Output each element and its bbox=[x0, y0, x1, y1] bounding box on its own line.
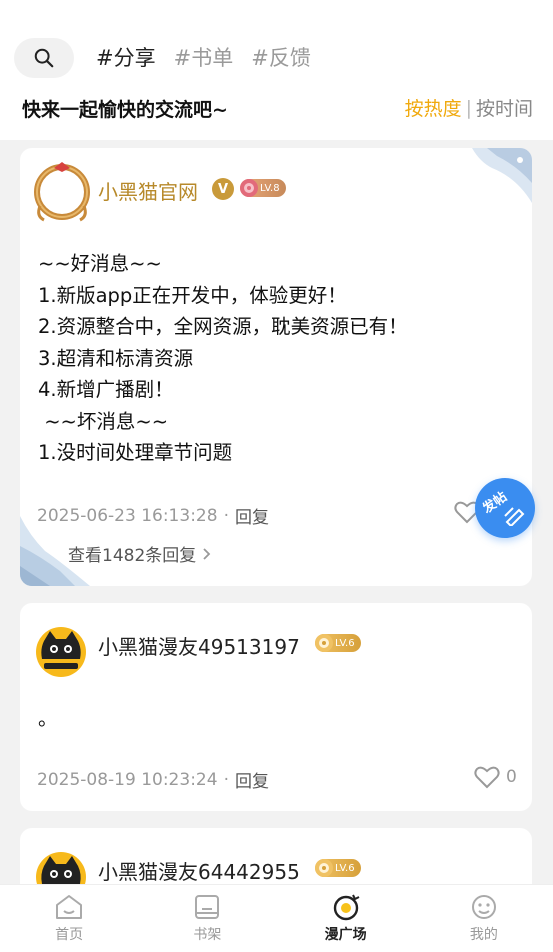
post-timestamp: 2025-06-23 16:13:28 bbox=[37, 505, 218, 526]
topic-tags: #分享 #书单 #反馈 bbox=[96, 42, 311, 72]
post-card[interactable]: 小黑猫漫友49513197 LV.6 。 2025-08-19 10:23:24… bbox=[20, 603, 532, 811]
post-meta: 2025-06-23 16:13:28 · 回复 bbox=[37, 503, 269, 529]
page-subtitle: 快来一起愉快的交流吧~ bbox=[22, 99, 228, 121]
avatar-frame[interactable] bbox=[30, 160, 94, 224]
like-button[interactable]: 0 bbox=[474, 765, 517, 789]
tab-home[interactable]: 首页 bbox=[0, 885, 138, 952]
heart-icon bbox=[474, 766, 500, 789]
tab-plaza[interactable]: 漫广场 bbox=[277, 885, 415, 952]
sort-by-hot[interactable]: 按热度 bbox=[405, 94, 462, 121]
tab-plaza-label: 漫广场 bbox=[324, 927, 367, 943]
post-username[interactable]: 小黑猫漫友64442955 bbox=[98, 856, 300, 885]
top-bar: #分享 #书单 #反馈 快来一起愉快的交流吧~ 按热度 | 按时间 bbox=[0, 0, 553, 140]
pen-icon bbox=[504, 507, 525, 526]
tag-share[interactable]: #分享 bbox=[96, 42, 156, 72]
like-count: 0 bbox=[506, 767, 517, 787]
post-username[interactable]: 小黑猫官网 bbox=[98, 176, 198, 205]
plaza-icon bbox=[333, 894, 360, 921]
search-button[interactable] bbox=[14, 38, 74, 78]
level-text: LV.6 bbox=[335, 637, 355, 649]
level-badge: LV.6 bbox=[315, 859, 361, 877]
level-badge: LV.6 bbox=[315, 634, 361, 652]
view-replies-link[interactable]: 查看1482条回复 bbox=[68, 541, 212, 566]
level-flower-icon bbox=[240, 179, 258, 197]
tag-booklist[interactable]: #书单 bbox=[174, 42, 234, 72]
reply-button[interactable]: 回复 bbox=[235, 503, 269, 528]
reply-button[interactable]: 回复 bbox=[235, 767, 269, 792]
new-post-button[interactable]: 发帖 bbox=[475, 478, 535, 538]
post-timestamp: 2025-08-19 10:23:24 bbox=[37, 769, 218, 790]
level-coin-icon bbox=[315, 634, 333, 652]
sort-by-time[interactable]: 按时间 bbox=[476, 94, 533, 121]
meta-dot: · bbox=[223, 769, 229, 790]
meta-dot: · bbox=[223, 505, 229, 526]
sort-toggle: 按热度 | 按时间 bbox=[405, 94, 533, 121]
post-card[interactable]: 小黑猫官网 V LV.8 ~~好消息~~ 1.新版app正在开发中，体验更好！ … bbox=[20, 148, 532, 586]
chevron-right-icon bbox=[203, 547, 211, 560]
bottom-tab-bar: 首页 书架 漫广场 我的 bbox=[0, 884, 553, 952]
profile-icon bbox=[471, 895, 496, 919]
tag-feedback[interactable]: #反馈 bbox=[251, 42, 311, 72]
tab-home-label: 首页 bbox=[55, 927, 84, 943]
post-content: ~~好消息~~ 1.新版app正在开发中，体验更好！ 2.资源整合中，全网资源，… bbox=[38, 252, 408, 464]
home-icon bbox=[56, 895, 83, 919]
tab-profile-label: 我的 bbox=[469, 927, 498, 943]
tab-bookshelf-label: 书架 bbox=[193, 927, 222, 943]
level-text: LV.8 bbox=[260, 182, 280, 194]
sort-separator: | bbox=[465, 96, 472, 119]
tab-bookshelf[interactable]: 书架 bbox=[138, 885, 276, 952]
view-replies-label: 查看1482条回复 bbox=[68, 546, 197, 566]
bookshelf-icon bbox=[195, 895, 220, 919]
post-meta: 2025-08-19 10:23:24 · 回复 bbox=[37, 767, 269, 793]
post-username[interactable]: 小黑猫漫友49513197 bbox=[98, 631, 300, 660]
level-badge: LV.8 bbox=[240, 179, 286, 197]
post-content: 。 bbox=[38, 707, 58, 730]
decorative-corner-top bbox=[472, 148, 532, 203]
search-icon bbox=[34, 48, 54, 68]
tab-profile[interactable]: 我的 bbox=[415, 885, 553, 952]
level-coin-icon bbox=[315, 859, 333, 877]
avatar[interactable] bbox=[36, 627, 86, 677]
vip-badge: V bbox=[212, 178, 234, 200]
level-text: LV.6 bbox=[335, 862, 355, 874]
black-cat-avatar-icon bbox=[41, 631, 81, 669]
